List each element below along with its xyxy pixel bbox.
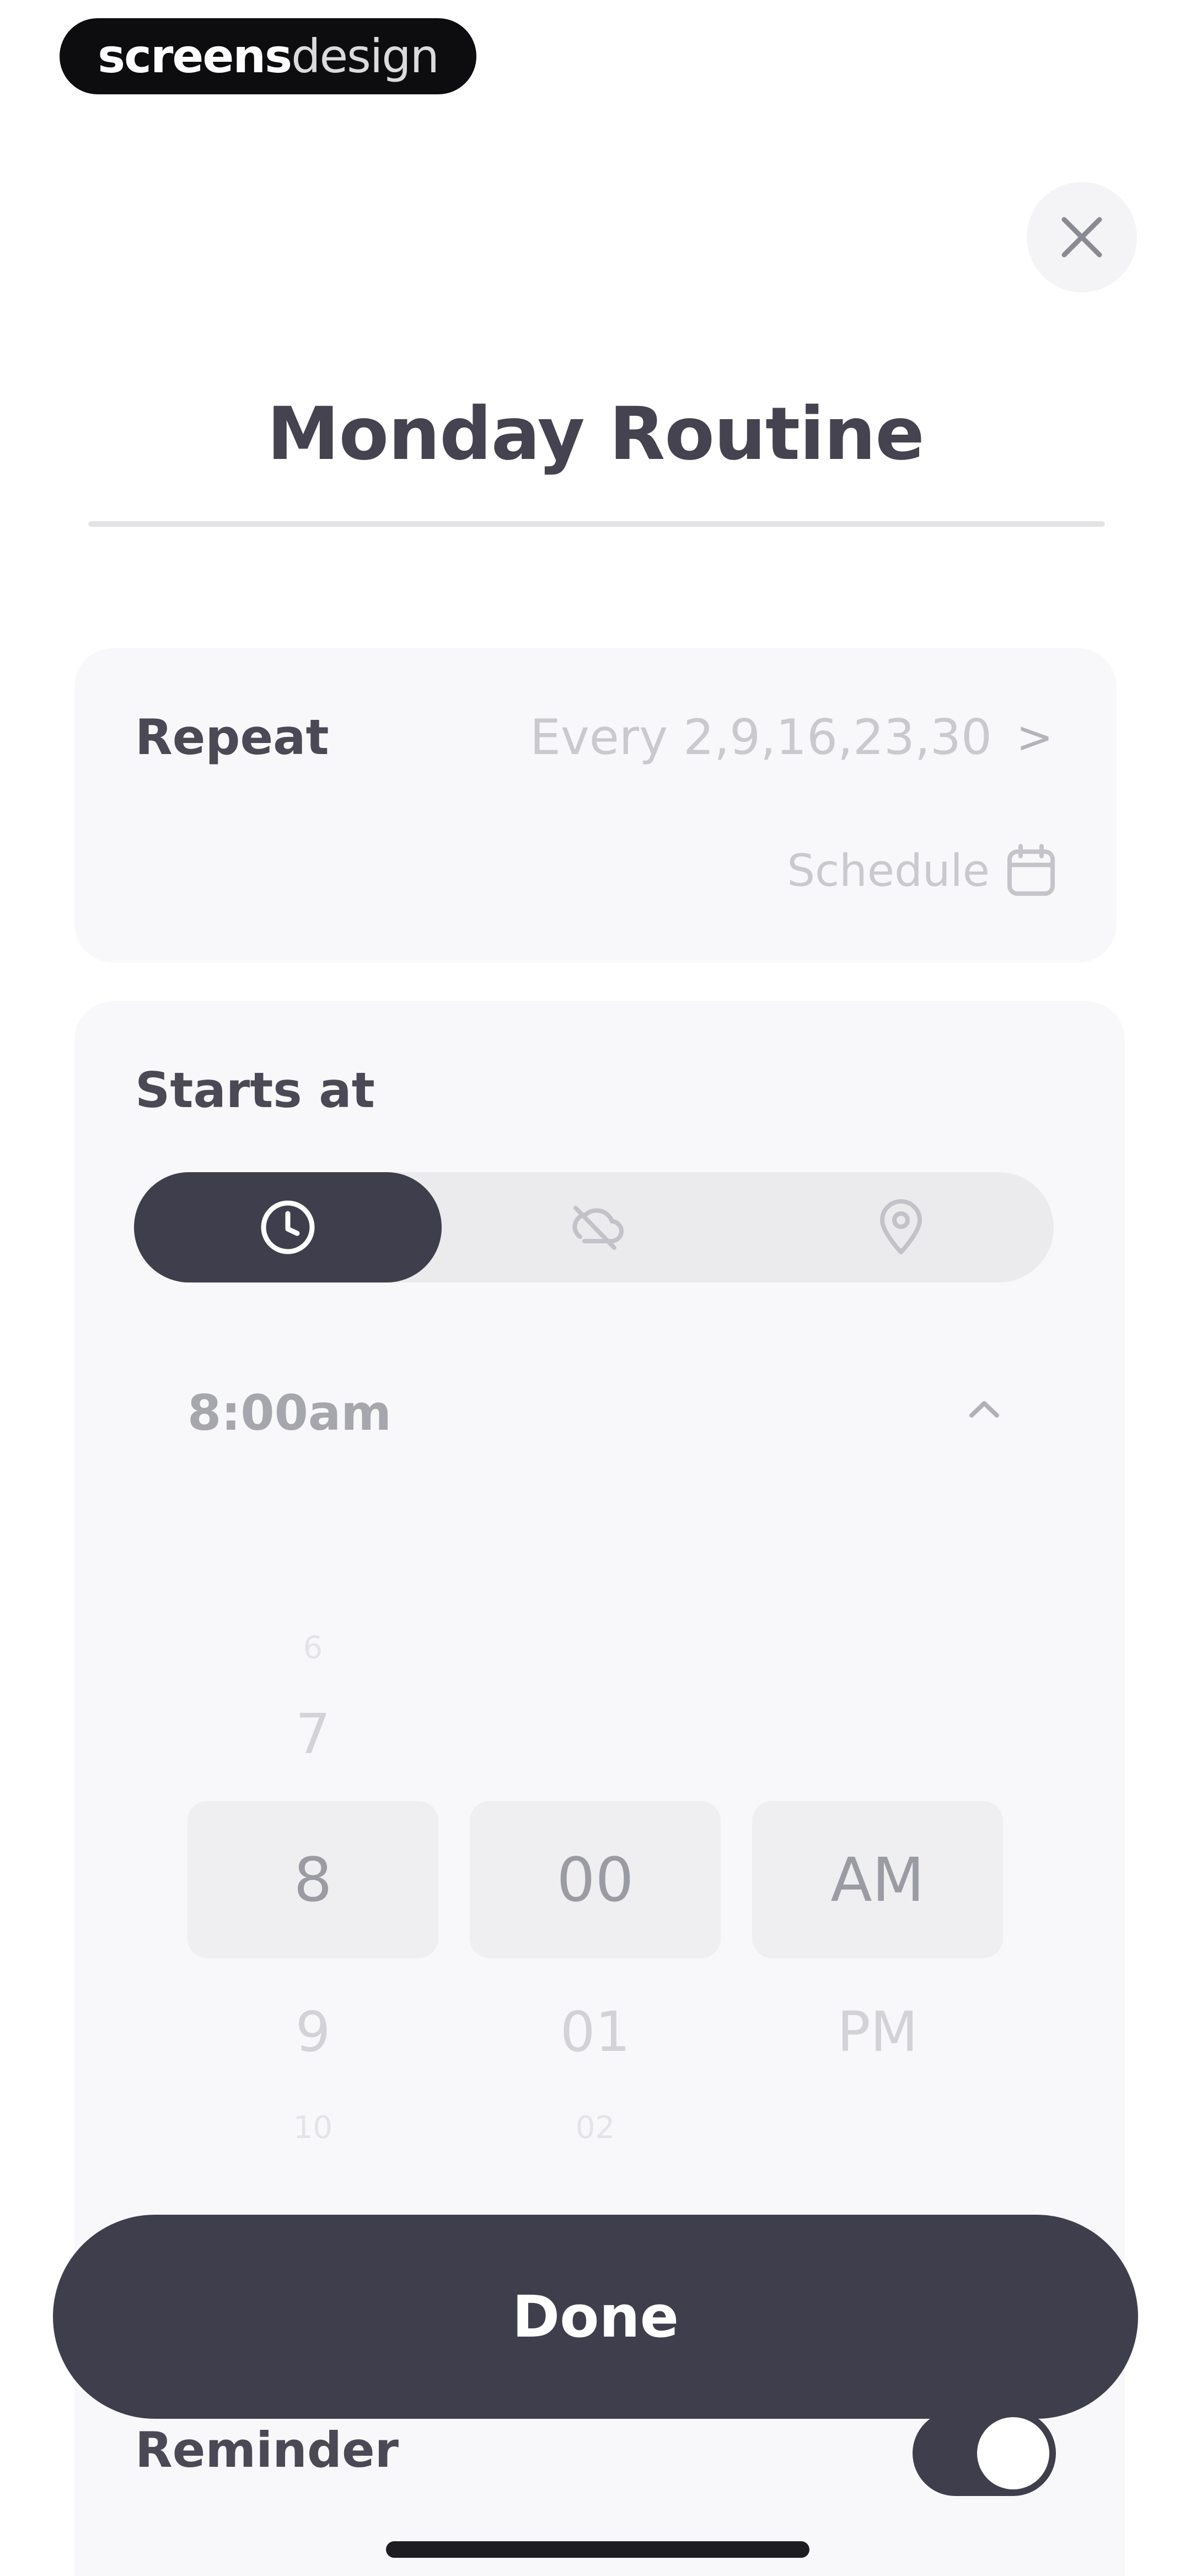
start-trigger-segmented-control (134, 1172, 1054, 1282)
period-wheel[interactable]: AM PM (752, 1564, 1003, 2171)
hour-wheel[interactable]: 6 7 8 9 10 (187, 1564, 438, 2171)
start-time-value: 8:00am (187, 1385, 391, 1441)
time-row[interactable]: 8:00am (187, 1385, 1004, 1451)
close-button[interactable] (1027, 182, 1137, 292)
screensdesign-watermark: screensdesign (60, 18, 476, 94)
watermark-part-1: screens (98, 29, 292, 83)
schedule-label: Schedule (787, 845, 990, 896)
chevron-right-icon: > (1016, 712, 1053, 763)
done-button[interactable]: Done (53, 2215, 1138, 2419)
segment-time[interactable] (134, 1172, 442, 1282)
hour-selected[interactable]: 8 (187, 1801, 438, 1958)
minute-option[interactable]: 01 (470, 2000, 721, 2064)
repeat-value: Every 2,9,16,23,30 (530, 709, 992, 766)
watermark-part-2: design (291, 29, 439, 83)
starts-at-label: Starts at (135, 1062, 375, 1119)
hour-option[interactable]: 10 (187, 2110, 438, 2146)
time-picker[interactable]: 6 7 8 9 10 00 01 02 AM PM (187, 1564, 1004, 2171)
routine-sheet: screensdesign Monday Routine Repeat Ever… (0, 0, 1191, 2576)
segment-location[interactable] (748, 1172, 1054, 1282)
reminder-toggle[interactable] (913, 2411, 1056, 2496)
reminder-label: Reminder (135, 2422, 399, 2478)
period-selected[interactable]: AM (752, 1801, 1003, 1958)
weather-off-icon (572, 1206, 624, 1250)
segment-weather[interactable] (442, 1172, 748, 1282)
period-option[interactable]: PM (752, 2000, 1003, 2064)
schedule-button[interactable]: Schedule (787, 844, 1056, 897)
clock-icon (261, 1200, 315, 1254)
hour-option[interactable]: 9 (187, 2000, 438, 2064)
toggle-knob (977, 2417, 1049, 2489)
repeat-label: Repeat (135, 709, 329, 766)
repeat-value-button[interactable]: Every 2,9,16,23,30 > (530, 709, 1053, 766)
chevron-up-icon[interactable] (965, 1396, 1004, 1423)
minute-selected[interactable]: 00 (470, 1801, 721, 1958)
close-icon (1061, 217, 1102, 258)
calendar-icon (1007, 844, 1055, 896)
minute-option[interactable]: 02 (470, 2110, 721, 2146)
home-indicator (386, 2541, 809, 2558)
location-pin-icon (879, 1199, 922, 1254)
repeat-card: Repeat Every 2,9,16,23,30 > Schedule (74, 648, 1117, 963)
page-title[interactable]: Monday Routine (0, 392, 1191, 477)
title-underline (88, 521, 1105, 527)
hour-option[interactable]: 7 (187, 1702, 438, 1766)
hour-option[interactable]: 6 (187, 1630, 438, 1666)
minute-wheel[interactable]: 00 01 02 (470, 1564, 721, 2171)
